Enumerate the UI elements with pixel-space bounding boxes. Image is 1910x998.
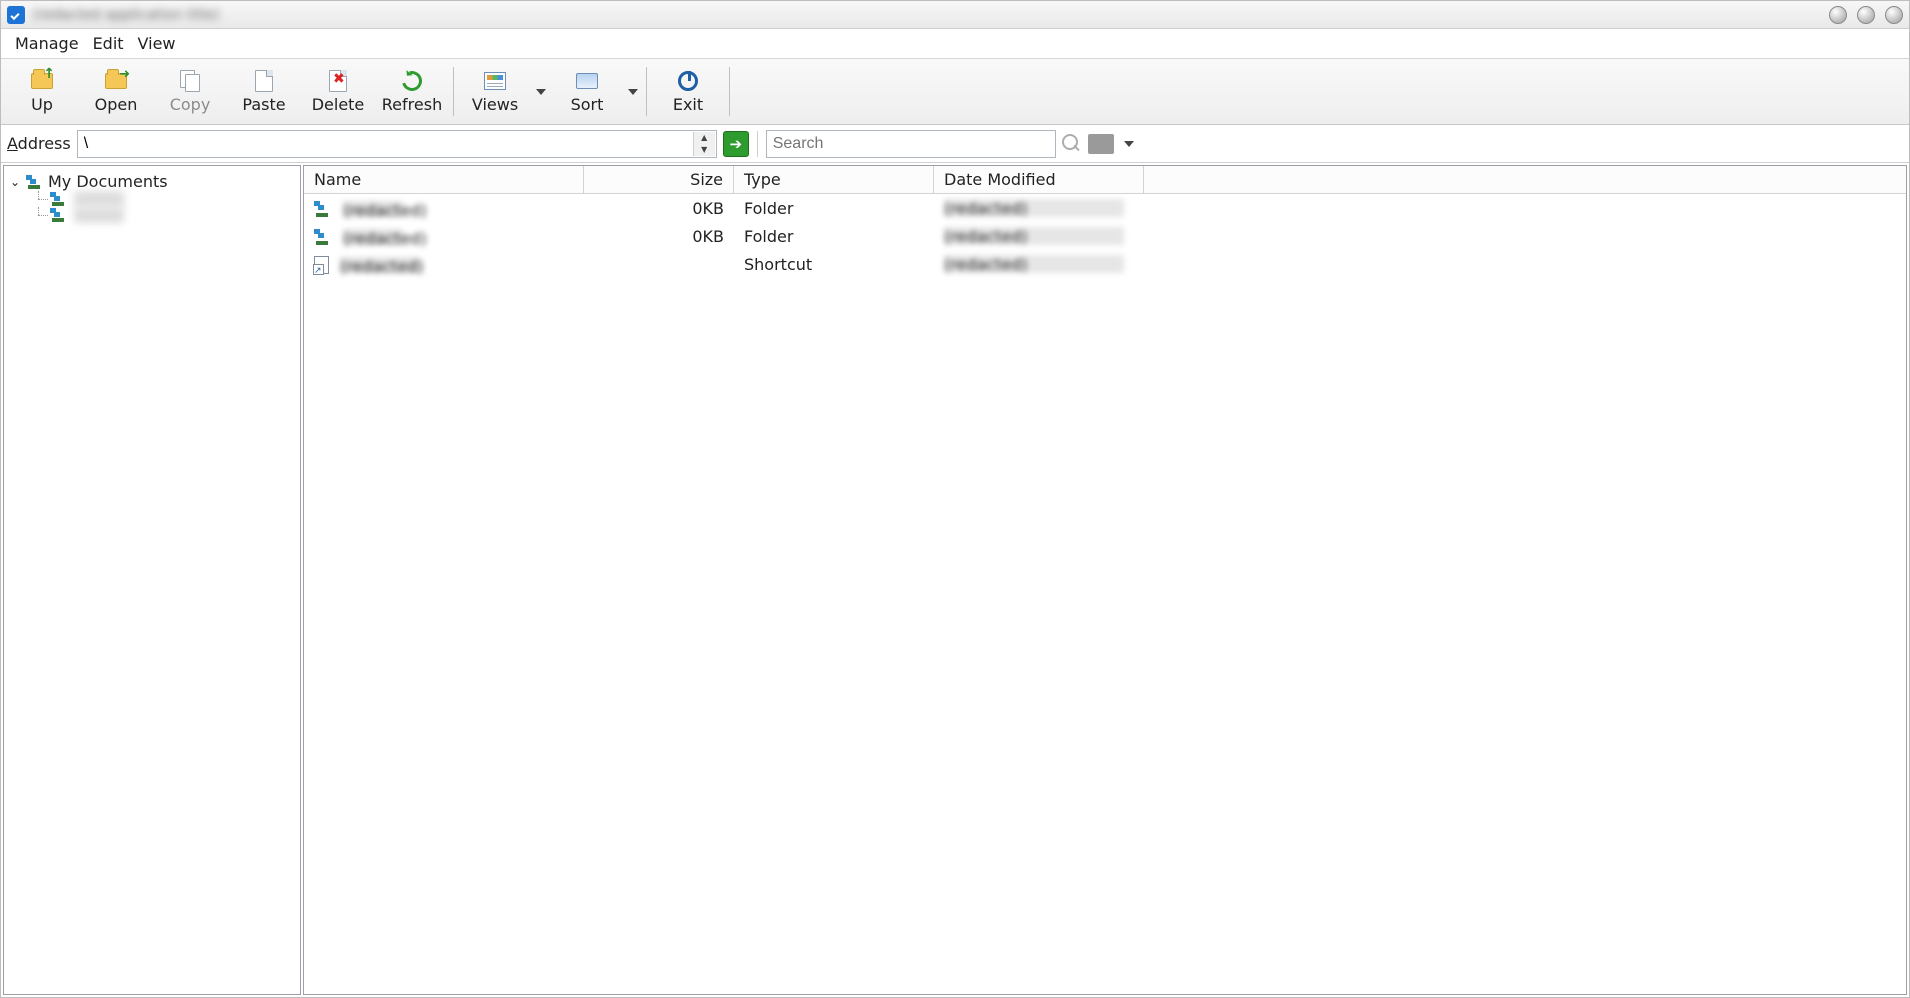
list-item-type: Shortcut (734, 253, 934, 276)
toolbar-sort-label: Sort (571, 95, 604, 114)
shortcut-icon (314, 256, 329, 274)
paste-icon (252, 69, 276, 93)
search-icon[interactable] (1062, 134, 1082, 154)
list-item-size: 0KB (584, 225, 734, 248)
toolbar-sort-dropdown[interactable] (624, 61, 642, 122)
address-input-wrap: ▲ ▼ (77, 130, 717, 158)
tree-root-item[interactable]: ⌄ My Documents (8, 172, 296, 191)
list-item-name: (redacted) (343, 201, 403, 217)
menu-bar: Manage Edit View (1, 29, 1909, 59)
tree-root-label: My Documents (48, 172, 168, 191)
toolbar-delete-label: Delete (312, 95, 365, 114)
toolbar-separator (453, 67, 454, 116)
tree-child-label: (redacted) (74, 191, 124, 207)
chevron-down-icon (536, 89, 546, 95)
window-title: (redacted application title) (33, 7, 220, 23)
list-item-name: (redacted) (343, 229, 403, 245)
app-icon (7, 6, 25, 24)
toolbar-open-label: Open (95, 95, 138, 114)
power-icon (676, 69, 700, 93)
list-item-date: (redacted) (944, 255, 1124, 273)
menu-edit[interactable]: Edit (93, 34, 124, 53)
address-label: Address (7, 134, 71, 153)
copy-icon (178, 69, 202, 93)
folder-up-icon: ↑ (30, 69, 54, 93)
arrow-right-icon: ➔ (729, 135, 742, 153)
toolbar-views-dropdown[interactable] (532, 61, 550, 122)
list-item[interactable]: (redacted) 0KB Folder (redacted) (304, 222, 1906, 250)
app-window: (redacted application title) Manage Edit… (0, 0, 1910, 998)
toolbar-separator (646, 67, 647, 116)
address-input[interactable] (77, 130, 717, 158)
address-go-button[interactable]: ➔ (723, 131, 749, 157)
tree-collapse-toggle[interactable]: ⌄ (8, 175, 22, 189)
column-header-date[interactable]: Date Modified (934, 166, 1144, 193)
column-header-name[interactable]: Name (304, 166, 584, 193)
list-item-name: (redacted) (340, 257, 420, 273)
toolbar-copy-button[interactable]: Copy (153, 61, 227, 122)
delete-icon: ✖ (326, 69, 350, 93)
toolbar-refresh-label: Refresh (382, 95, 442, 114)
refresh-icon (400, 69, 424, 93)
toolbar-exit-label: Exit (673, 95, 703, 114)
separator (757, 131, 758, 157)
tree-child-label: (redacted) (74, 207, 124, 223)
drive-icon (50, 192, 68, 206)
folder-icon (314, 201, 332, 217)
toolbar-paste-button[interactable]: Paste (227, 61, 301, 122)
search-input[interactable] (766, 130, 1056, 158)
toolbar-exit-button[interactable]: Exit (651, 61, 725, 122)
chevron-down-icon: ▼ (694, 144, 715, 156)
folder-icon (314, 229, 332, 245)
column-header-type[interactable]: Type (734, 166, 934, 193)
column-header-size[interactable]: Size (584, 166, 734, 193)
list-header: Name Size Type Date Modified (304, 166, 1906, 194)
search-group (766, 130, 1134, 158)
list-item-type: Folder (734, 197, 934, 220)
toolbar-delete-button[interactable]: ✖ Delete (301, 61, 375, 122)
list-item-size: 0KB (584, 197, 734, 220)
address-history-stepper[interactable]: ▲ ▼ (693, 132, 715, 156)
folder-tree-pane[interactable]: ⌄ My Documents (redacted) (redacted) (3, 165, 301, 995)
toolbar-views-label: Views (472, 95, 518, 114)
window-close-button[interactable] (1885, 6, 1903, 24)
address-bar: Address ▲ ▼ ➔ (1, 125, 1909, 163)
list-item[interactable]: (redacted) 0KB Folder (redacted) (304, 194, 1906, 222)
toolbar-sort-button[interactable]: Sort (550, 61, 624, 122)
folder-open-icon: ➜ (104, 69, 128, 93)
toolbar-paste-label: Paste (242, 95, 285, 114)
main-area: ⌄ My Documents (redacted) (redacted) Na (1, 163, 1909, 997)
menu-view[interactable]: View (138, 34, 176, 53)
list-item-size (584, 262, 734, 266)
list-item-date: (redacted) (944, 199, 1124, 217)
list-item-date: (redacted) (944, 227, 1124, 245)
chevron-up-icon: ▲ (694, 132, 715, 144)
search-scope-button[interactable] (1088, 134, 1114, 154)
tree-child-item[interactable]: (redacted) (32, 191, 296, 207)
menu-manage[interactable]: Manage (15, 34, 79, 53)
file-list-pane[interactable]: Name Size Type Date Modified (redacted) … (303, 165, 1907, 995)
toolbar-up-button[interactable]: ↑ Up (5, 61, 79, 122)
toolbar-separator (729, 67, 730, 116)
toolbar: ↑ Up ➜ Open Copy Paste ✖ Delete Refresh … (1, 59, 1909, 125)
window-controls (1829, 6, 1903, 24)
drive-icon (50, 208, 68, 222)
list-item-type: Folder (734, 225, 934, 248)
chevron-down-icon (628, 89, 638, 95)
window-maximize-button[interactable] (1857, 6, 1875, 24)
drive-icon (26, 175, 44, 189)
chevron-down-icon[interactable] (1124, 141, 1134, 147)
toolbar-open-button[interactable]: ➜ Open (79, 61, 153, 122)
toolbar-refresh-button[interactable]: Refresh (375, 61, 449, 122)
window-minimize-button[interactable] (1829, 6, 1847, 24)
views-icon (483, 69, 507, 93)
tree-child-item[interactable]: (redacted) (32, 207, 296, 223)
sort-icon (575, 69, 599, 93)
toolbar-copy-label: Copy (170, 95, 211, 114)
list-item[interactable]: (redacted) Shortcut (redacted) (304, 250, 1906, 278)
toolbar-views-button[interactable]: Views (458, 61, 532, 122)
toolbar-up-label: Up (31, 95, 53, 114)
title-bar: (redacted application title) (1, 1, 1909, 29)
